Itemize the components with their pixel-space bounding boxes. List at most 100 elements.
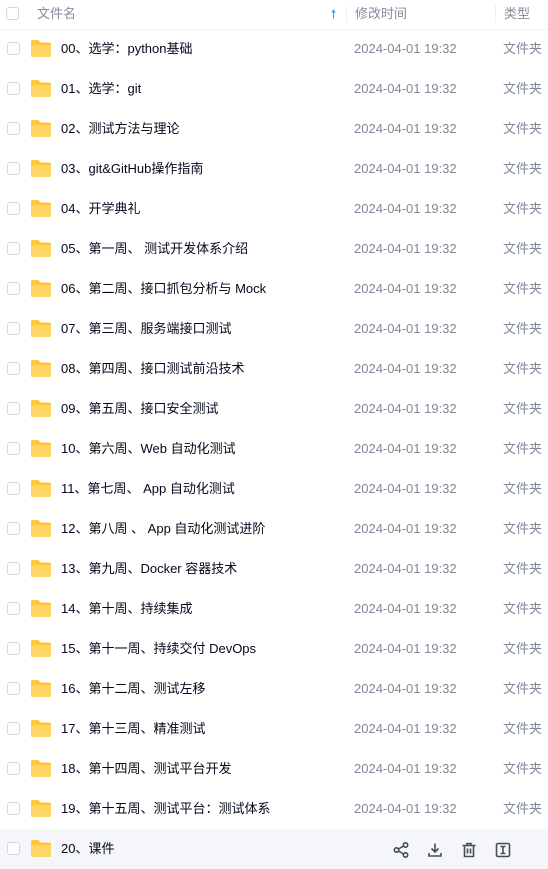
table-row[interactable]: 12、第八周 、 App 自动化测试进阶 2024-04-01 19:32 文件夹 (0, 509, 548, 549)
file-name[interactable]: 06、第二周、接口抓包分析与 Mock (61, 269, 266, 309)
file-name[interactable]: 10、第六周、Web 自动化测试 (61, 429, 236, 469)
row-checkbox[interactable] (7, 802, 20, 815)
row-checkbox[interactable] (7, 122, 20, 135)
row-checkbox[interactable] (7, 82, 20, 95)
column-header-type[interactable]: 类型 (495, 5, 530, 23)
modified-time: 2024-04-01 19:32 (354, 521, 457, 536)
file-type: 文件夹 (503, 41, 543, 56)
file-name[interactable]: 04、开学典礼 (61, 189, 140, 229)
table-row[interactable]: 06、第二周、接口抓包分析与 Mock 2024-04-01 19:32 文件夹 (0, 269, 548, 309)
file-type: 文件夹 (503, 641, 543, 656)
table-row[interactable]: 17、第十三周、精准测试 2024-04-01 19:32 文件夹 (0, 709, 548, 749)
modified-time: 2024-04-01 19:32 (354, 361, 457, 376)
file-name[interactable]: 03、git&GitHub操作指南 (61, 149, 203, 189)
row-checkbox[interactable] (7, 522, 20, 535)
folder-icon (30, 199, 52, 218)
rename-button[interactable] (494, 841, 512, 859)
row-checkbox[interactable] (7, 282, 20, 295)
file-type: 文件夹 (503, 321, 543, 336)
table-row[interactable]: 07、第三周、服务端接口测试 2024-04-01 19:32 文件夹 (0, 309, 548, 349)
folder-icon (30, 279, 52, 298)
file-name[interactable]: 07、第三周、服务端接口测试 (61, 309, 231, 349)
row-checkbox[interactable] (7, 402, 20, 415)
column-header-modified-time[interactable]: 修改时间 (346, 5, 407, 23)
row-checkbox[interactable] (7, 562, 20, 575)
download-button[interactable] (426, 841, 444, 859)
row-checkbox[interactable] (7, 602, 20, 615)
table-row[interactable]: 00、选学：python基础 2024-04-01 19:32 文件夹 (0, 29, 548, 69)
file-name[interactable]: 09、第五周、接口安全测试 (61, 389, 218, 429)
select-all-checkbox[interactable] (6, 7, 19, 20)
file-type: 文件夹 (503, 361, 543, 376)
row-checkbox[interactable] (7, 682, 20, 695)
row-checkbox[interactable] (7, 242, 20, 255)
column-header-name[interactable]: 文件名 (37, 0, 76, 29)
file-name[interactable]: 01、选学：git (61, 69, 141, 109)
table-row[interactable]: 04、开学典礼 2024-04-01 19:32 文件夹 (0, 189, 548, 229)
folder-icon (30, 759, 52, 778)
table-row[interactable]: 03、git&GitHub操作指南 2024-04-01 19:32 文件夹 (0, 149, 548, 189)
folder-icon (30, 159, 52, 178)
file-name[interactable]: 18、第十四周、测试平台开发 (61, 749, 231, 789)
modified-time: 2024-04-01 19:32 (354, 601, 457, 616)
share-button[interactable] (392, 841, 410, 859)
modified-time: 2024-04-01 19:32 (354, 761, 457, 776)
modified-time: 2024-04-01 19:32 (354, 121, 457, 136)
table-row[interactable]: 05、第一周、 测试开发体系介绍 2024-04-01 19:32 文件夹 (0, 229, 548, 269)
row-checkbox[interactable] (7, 202, 20, 215)
row-checkbox[interactable] (7, 762, 20, 775)
table-row[interactable]: 09、第五周、接口安全测试 2024-04-01 19:32 文件夹 (0, 389, 548, 429)
table-row[interactable]: 18、第十四周、测试平台开发 2024-04-01 19:32 文件夹 (0, 749, 548, 789)
folder-icon (30, 79, 52, 98)
folder-icon (30, 439, 52, 458)
table-row[interactable]: 08、第四周、接口测试前沿技术 2024-04-01 19:32 文件夹 (0, 349, 548, 389)
file-name[interactable]: 20、课件 (61, 829, 114, 869)
folder-icon (30, 639, 52, 658)
file-name[interactable]: 02、测试方法与理论 (61, 109, 179, 149)
folder-icon (30, 799, 52, 818)
file-type: 文件夹 (503, 601, 543, 616)
file-name[interactable]: 12、第八周 、 App 自动化测试进阶 (61, 509, 265, 549)
file-name[interactable]: 19、第十五周、测试平台：测试体系 (61, 789, 270, 829)
table-row[interactable]: 16、第十二周、测试左移 2024-04-01 19:32 文件夹 (0, 669, 548, 709)
modified-time: 2024-04-01 19:32 (354, 281, 457, 296)
file-name[interactable]: 15、第十一周、持续交付 DevOps (61, 629, 256, 669)
file-name[interactable]: 16、第十二周、测试左移 (61, 669, 205, 709)
file-list: 00、选学：python基础 2024-04-01 19:32 文件夹 01、选学：… (0, 29, 548, 869)
row-checkbox[interactable] (7, 362, 20, 375)
file-type: 文件夹 (503, 441, 543, 456)
row-checkbox[interactable] (7, 842, 20, 855)
file-name[interactable]: 14、第十周、持续集成 (61, 589, 192, 629)
table-row[interactable]: 01、选学：git 2024-04-01 19:32 文件夹 (0, 69, 548, 109)
file-name[interactable]: 05、第一周、 测试开发体系介绍 (61, 229, 248, 269)
table-row[interactable]: 11、第七周、 App 自动化测试 2024-04-01 19:32 文件夹 (0, 469, 548, 509)
file-name[interactable]: 08、第四周、接口测试前沿技术 (61, 349, 244, 389)
row-checkbox[interactable] (7, 722, 20, 735)
file-type: 文件夹 (503, 721, 543, 736)
file-name[interactable]: 17、第十三周、精准测试 (61, 709, 205, 749)
delete-button[interactable] (460, 841, 478, 859)
row-checkbox[interactable] (7, 642, 20, 655)
file-name[interactable]: 00、选学：python基础 (61, 29, 193, 69)
row-checkbox[interactable] (7, 442, 20, 455)
table-row[interactable]: 14、第十周、持续集成 2024-04-01 19:32 文件夹 (0, 589, 548, 629)
file-type: 文件夹 (503, 81, 543, 96)
table-row[interactable]: 10、第六周、Web 自动化测试 2024-04-01 19:32 文件夹 (0, 429, 548, 469)
modified-time: 2024-04-01 19:32 (354, 801, 457, 816)
row-checkbox[interactable] (7, 482, 20, 495)
row-checkbox[interactable] (7, 162, 20, 175)
row-checkbox[interactable] (7, 322, 20, 335)
file-type: 文件夹 (503, 241, 543, 256)
file-name[interactable]: 11、第七周、 App 自动化测试 (61, 469, 235, 509)
sort-up-arrow-icon[interactable]: 🠕 (331, 0, 336, 28)
folder-icon (30, 119, 52, 138)
table-row[interactable]: 15、第十一周、持续交付 DevOps 2024-04-01 19:32 文件夹 (0, 629, 548, 669)
table-row[interactable]: 19、第十五周、测试平台：测试体系 2024-04-01 19:32 文件夹 (0, 789, 548, 829)
file-name[interactable]: 13、第九周、Docker 容器技术 (61, 549, 237, 589)
row-checkbox[interactable] (7, 42, 20, 55)
table-row[interactable]: 20、课件 (0, 829, 548, 869)
table-row[interactable]: 13、第九周、Docker 容器技术 2024-04-01 19:32 文件夹 (0, 549, 548, 589)
table-row[interactable]: 02、测试方法与理论 2024-04-01 19:32 文件夹 (0, 109, 548, 149)
folder-icon (30, 719, 52, 738)
modified-time: 2024-04-01 19:32 (354, 561, 457, 576)
